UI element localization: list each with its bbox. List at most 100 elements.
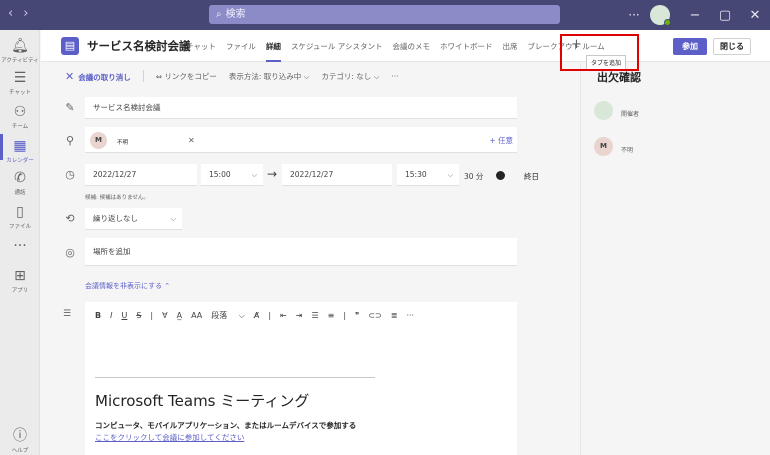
chat-icon: ☰ (13, 70, 27, 86)
avatar: M (90, 131, 107, 149)
attendee-row[interactable]: M 不明 (594, 137, 633, 156)
attendance-title: 出欠確認 (597, 71, 641, 84)
attendee-chip[interactable]: M 不明 ✕ (90, 131, 195, 149)
font-size-icon[interactable]: AA (191, 311, 202, 320)
rail-item-calendar[interactable]: ▦ カレンダー (0, 134, 40, 164)
rail-item-label: カレンダー (6, 158, 34, 164)
copy-link-label: リンクをコピー (164, 71, 217, 81)
strikethrough-icon[interactable]: S (136, 311, 141, 320)
paragraph-dropdown[interactable]: 段落 ⌵ (211, 310, 245, 321)
tab-meeting-notes[interactable]: 会議のメモ (388, 30, 436, 62)
presence-dot (664, 19, 671, 26)
optional-attendees-link[interactable]: + 任意 (489, 135, 513, 146)
underline-icon[interactable]: U (121, 311, 127, 320)
duration-label: 30 分 (464, 172, 484, 181)
forward-icon[interactable]: › (23, 6, 38, 21)
title-field[interactable]: サービス名検討会議 (85, 97, 517, 119)
link-icon[interactable]: ⊂⊃ (368, 311, 381, 320)
clear-format-icon[interactable]: A̸ (254, 311, 259, 320)
rail-item-label: ヘルプ (11, 448, 29, 454)
description-editor[interactable]: B I U S | ∀ A̲ AA 段落 ⌵ A̸ | ⇤ ⇥ ☰ ≡ | ❞ … (85, 302, 517, 455)
meeting-toolbar: ✕ 会議の取り消し ⇔ リンクをコピー 表示方法: 取り込み中 ⌵ カテゴリ: な… (41, 63, 579, 89)
attendee-row-organizer[interactable]: 開催者 (594, 101, 639, 120)
close-button[interactable]: 閉じる (713, 38, 751, 55)
rail-item-activity[interactable]: 🔔︎ アクティビティ (0, 38, 40, 64)
tab-files[interactable]: ファイル (221, 30, 261, 62)
close-icon: ✕ (65, 69, 75, 83)
outdent-icon[interactable]: ⇤ (280, 311, 287, 320)
start-date-field[interactable]: 2022/12/27 (85, 164, 197, 186)
more-options-icon[interactable]: ··· (622, 8, 646, 22)
divider: | (343, 311, 347, 320)
remove-attendee-icon[interactable]: ✕ (188, 136, 195, 145)
all-day-toggle[interactable] (495, 171, 517, 181)
rail-item-help[interactable]: ⓘ ヘルプ (0, 428, 40, 454)
tab-details[interactable]: 詳細 (261, 30, 286, 62)
font-color-icon[interactable]: A̲ (177, 311, 182, 320)
category-label: カテゴリ: なし (321, 71, 372, 81)
pencil-icon: ✎ (65, 101, 75, 114)
close-window-button[interactable]: ✕ (740, 8, 770, 23)
search-placeholder: 検索 (225, 9, 246, 20)
tab-scheduling-assistant[interactable]: スケジュール アシスタント (286, 30, 388, 62)
repeat-dropdown[interactable]: 繰り返しなし ⌵ (85, 208, 182, 230)
page-title: サービス名検討会議 (87, 39, 191, 53)
attendee-label: 不明 (621, 147, 634, 154)
nav-arrows[interactable]: ‹› (8, 6, 38, 21)
rail-item-calls[interactable]: ✆ 通話 (0, 170, 40, 196)
attendees-field[interactable]: M 不明 ✕ + 任意 (85, 127, 517, 153)
italic-icon[interactable]: I (110, 311, 112, 320)
rail-item-chat[interactable]: ☰ チャット (0, 70, 40, 96)
end-time-field[interactable]: 15:30 ⌵ (397, 164, 459, 186)
bullet-list-icon[interactable]: ☰ (311, 311, 318, 320)
attendee-name: 不明 (117, 140, 129, 146)
bold-icon[interactable]: B (95, 311, 101, 320)
tab-chat[interactable]: チャット (181, 30, 221, 62)
cancel-meeting-button[interactable]: ✕ 会議の取り消し (65, 70, 131, 83)
rail-item-label: アクティビティ (1, 58, 39, 64)
more-format-icon[interactable]: ··· (406, 311, 414, 320)
avatar (594, 101, 613, 120)
chevron-down-icon: ⌵ (251, 171, 257, 179)
minimize-button[interactable]: − (680, 8, 710, 23)
chevron-down-icon: ⌵ (371, 71, 380, 81)
quote-icon[interactable]: ❞ (355, 311, 359, 320)
teams-icon: ⚇ (13, 104, 27, 120)
start-date-value: 2022/12/27 (93, 170, 137, 179)
end-date-field[interactable]: 2022/12/27 (282, 164, 392, 186)
join-meeting-link[interactable]: ここをクリックして会議に参加してください (95, 432, 244, 443)
repeat-value: 繰り返しなし (93, 214, 138, 223)
location-icon: ◎ (65, 246, 75, 259)
tab-whiteboard[interactable]: ホワイトボード (435, 30, 498, 62)
rail-item-label: 通話 (14, 190, 26, 196)
show-as-dropdown[interactable]: 表示方法: 取り込み中 ⌵ (229, 71, 310, 82)
tab-attendance[interactable]: 出席 (498, 30, 523, 62)
rail-item-label: チーム (11, 124, 29, 130)
avatar[interactable] (650, 5, 671, 26)
highlight-icon[interactable]: ∀ (162, 311, 167, 320)
category-dropdown[interactable]: カテゴリ: なし ⌵ (321, 71, 379, 82)
end-date-value: 2022/12/27 (290, 170, 334, 179)
attendance-panel: 出欠確認 開催者 M 不明 (580, 63, 770, 455)
indent-icon[interactable]: ⇥ (296, 311, 303, 320)
rail-item-more[interactable]: ··· (0, 238, 40, 254)
toolbar-more-icon[interactable]: ··· (391, 72, 398, 81)
numbered-list-icon[interactable]: ≡ (328, 311, 335, 320)
cancel-meeting-label: 会議の取り消し (78, 72, 131, 82)
maximize-button[interactable]: ▢ (710, 8, 740, 23)
suggestion-text: 候補: 候補はありません。 (85, 195, 149, 201)
search-input[interactable]: ⌕ 検索 (209, 5, 560, 24)
rail-item-files[interactable]: ▯ ファイル (0, 204, 40, 230)
back-icon[interactable]: ‹ (8, 6, 23, 21)
copy-link-button[interactable]: ⇔ リンクをコピー (156, 71, 217, 82)
hide-meeting-info-link[interactable]: 会議情報を非表示にする ⌃ (85, 281, 170, 291)
divider (142, 70, 144, 82)
repeat-icon: ⟲ (65, 212, 75, 225)
location-input[interactable]: 場所を追加 (85, 238, 517, 266)
align-icon[interactable]: ≣ (391, 311, 398, 320)
app-rail: 🔔︎ アクティビティ ☰ チャット ⚇ チーム ▦ カレンダー ✆ 通話 ▯ フ… (0, 30, 40, 455)
rail-item-apps[interactable]: ⊞ アプリ (0, 268, 40, 294)
start-time-field[interactable]: 15:00 ⌵ (201, 164, 263, 186)
rail-item-teams[interactable]: ⚇ チーム (0, 104, 40, 130)
join-button[interactable]: 参加 (673, 38, 707, 55)
